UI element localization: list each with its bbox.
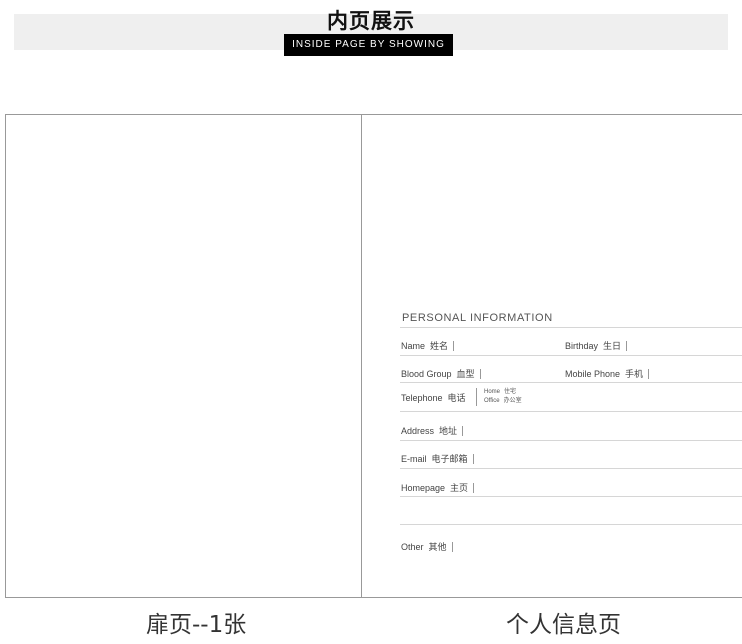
field-separator <box>626 340 628 351</box>
right-page-caption: 个人信息页 <box>506 612 621 638</box>
telephone-subfields: Home 住宅 Office 办公室 <box>484 388 522 406</box>
field-label-cn: 地址 <box>439 426 458 436</box>
field-label-cn: 其他 <box>428 542 447 552</box>
divider <box>400 327 742 328</box>
field-label: Address <box>401 425 435 436</box>
field-label: Blood Group <box>401 368 452 379</box>
field-label: Other <box>401 541 424 552</box>
divider <box>400 411 742 412</box>
field-separator <box>451 541 453 552</box>
divider <box>400 355 742 356</box>
field-label-cn: 姓名 <box>430 341 449 351</box>
field-label-cn: 生日 <box>603 341 622 351</box>
form-title: PERSONAL INFORMATION <box>402 312 553 324</box>
field-separator <box>472 453 474 464</box>
name-field: Name 姓名 <box>401 339 455 352</box>
address-field: Address 地址 <box>401 424 464 437</box>
field-separator <box>648 368 650 379</box>
field-label-cn: 手机 <box>625 369 644 379</box>
field-label: Mobile Phone <box>565 368 621 379</box>
field-separator <box>473 482 475 493</box>
field-separator <box>462 425 464 436</box>
divider <box>400 468 742 469</box>
field-label: Office <box>484 398 500 404</box>
field-label-cn: 主页 <box>450 483 469 493</box>
office-subfield: Office 办公室 <box>484 397 522 406</box>
field-label: Homepage <box>401 482 446 493</box>
field-separator <box>476 388 477 406</box>
field-label: Name <box>401 340 426 351</box>
field-separator <box>479 368 481 379</box>
divider <box>400 440 742 441</box>
email-field: E-mail 电子邮箱 <box>401 452 474 465</box>
divider <box>400 496 742 497</box>
field-label: E-mail <box>401 453 427 464</box>
divider <box>400 524 742 525</box>
field-label: Telephone <box>401 392 443 403</box>
telephone-field: Telephone 电话 <box>401 391 466 404</box>
blood-group-field: Blood Group 血型 <box>401 367 481 380</box>
field-label-cn: 电话 <box>447 393 466 403</box>
field-label-cn: 办公室 <box>503 398 522 404</box>
notebook-spread <box>5 114 742 598</box>
mobile-phone-field: Mobile Phone 手机 <box>565 367 650 380</box>
homepage-field: Homepage 主页 <box>401 481 475 494</box>
page-title: 内页展示 <box>327 9 415 33</box>
field-label: Birthday <box>565 340 599 351</box>
birthday-field: Birthday 生日 <box>565 339 628 352</box>
left-page-caption: 扉页--1张 <box>146 612 247 638</box>
home-subfield: Home 住宅 <box>484 388 522 397</box>
field-label-cn: 血型 <box>456 369 475 379</box>
divider <box>400 382 742 383</box>
field-label: Home <box>484 389 501 395</box>
field-label-cn: 住宅 <box>504 389 517 395</box>
page-divider <box>361 114 362 598</box>
other-field: Other 其他 <box>401 540 453 553</box>
field-label-cn: 电子邮箱 <box>431 454 468 464</box>
page-subtitle-badge: INSIDE PAGE BY SHOWING <box>284 34 453 56</box>
field-separator <box>453 340 455 351</box>
